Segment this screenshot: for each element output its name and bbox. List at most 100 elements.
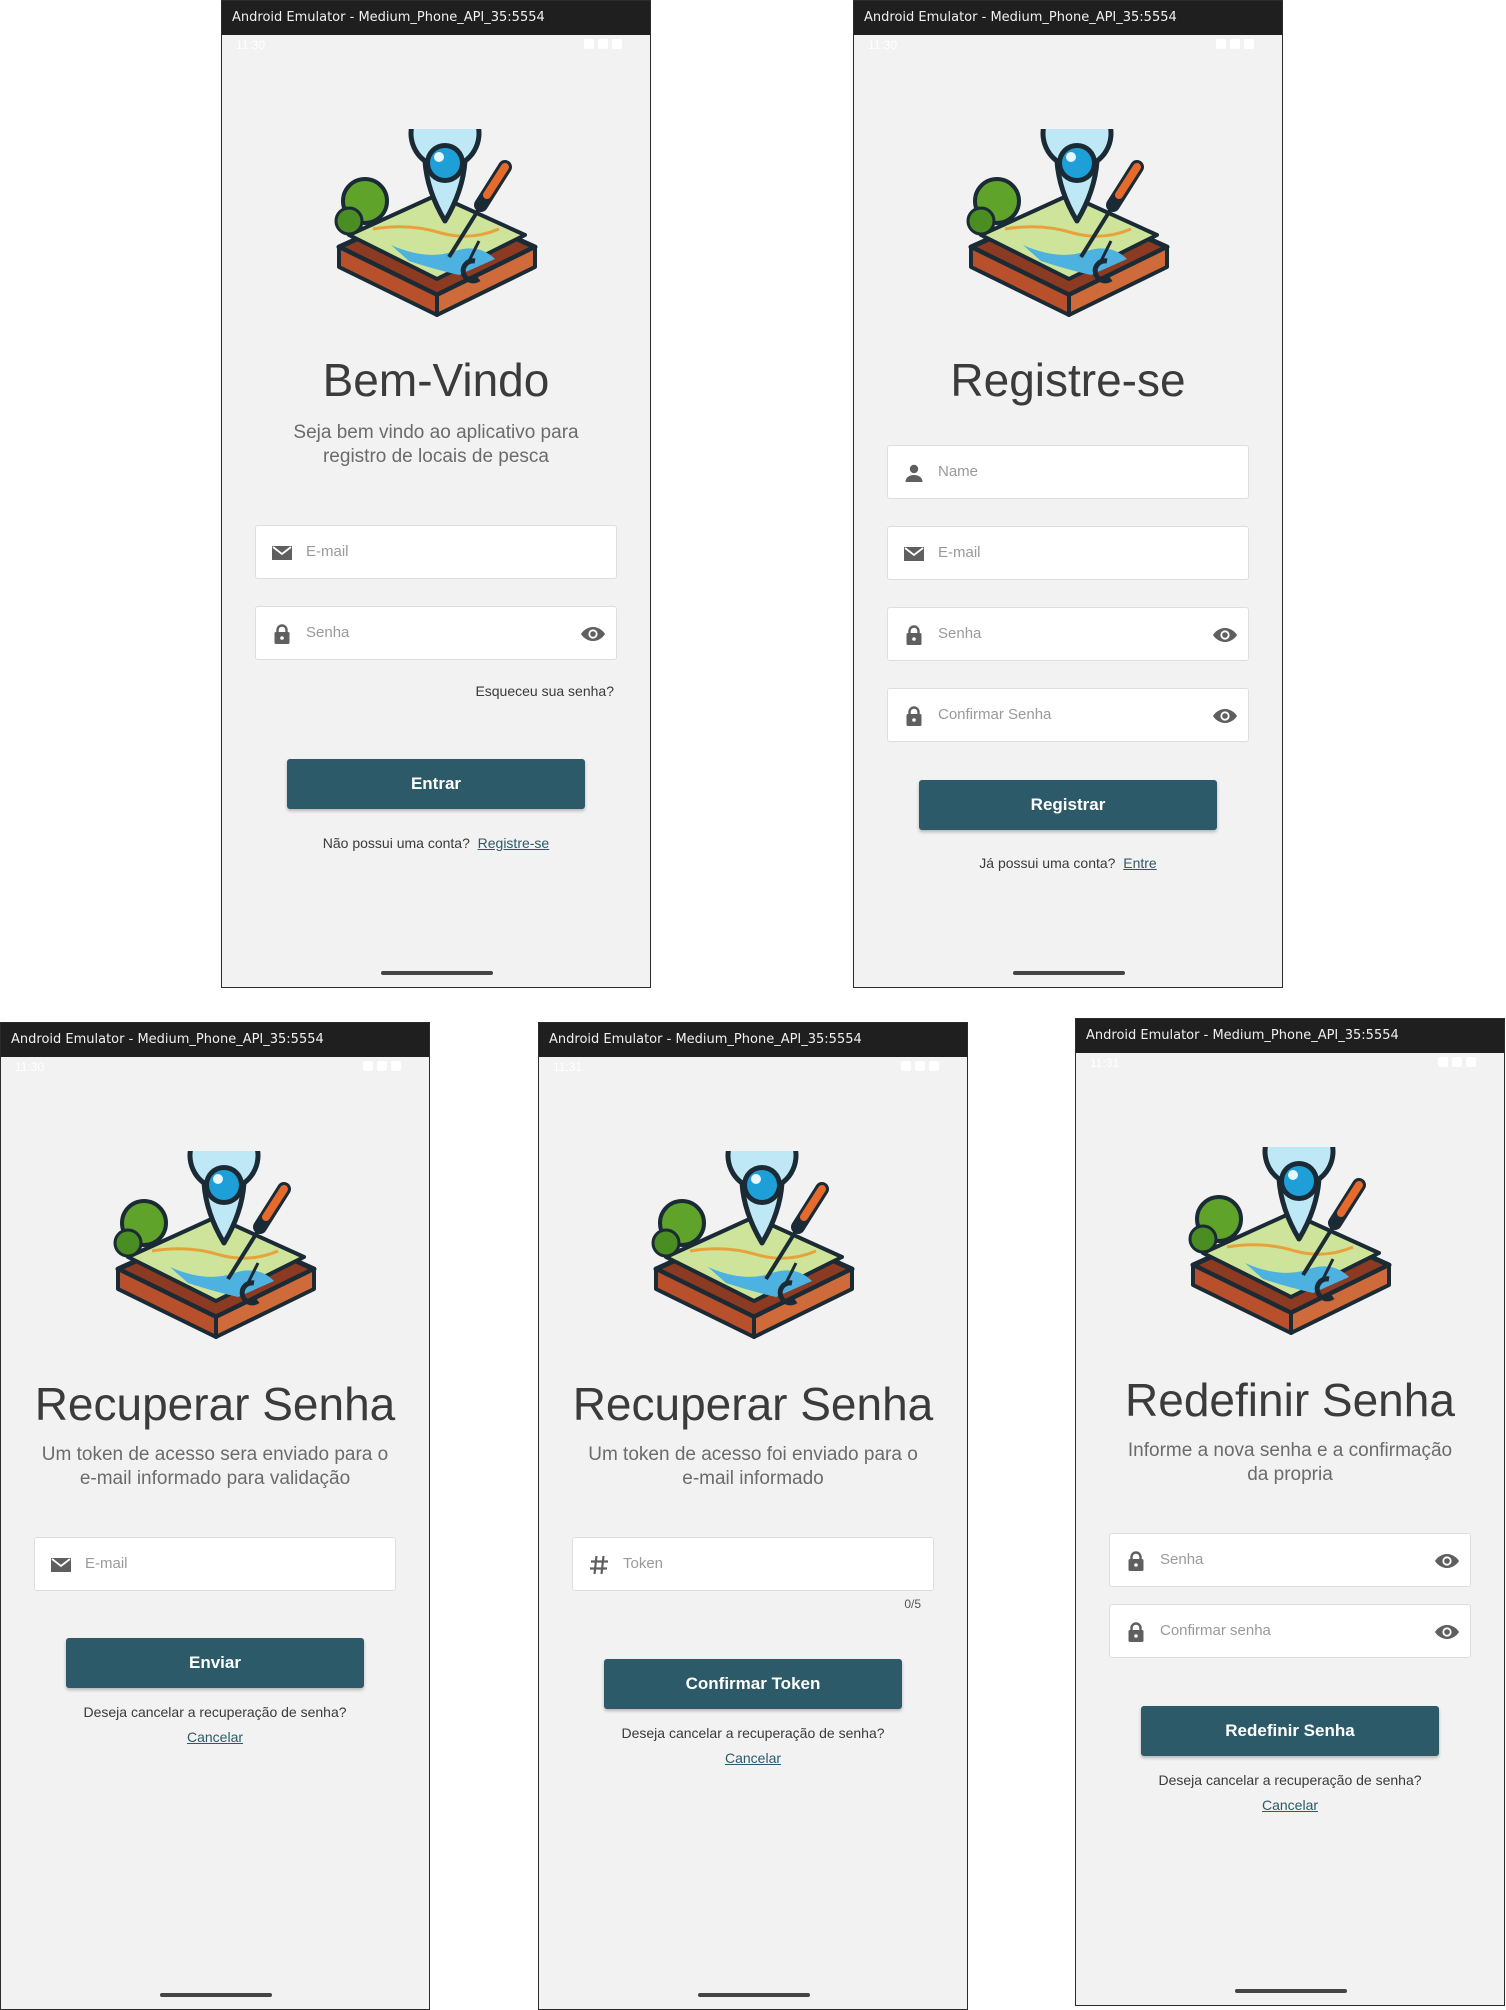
register-button[interactable]: Registrar [919,780,1217,830]
home-indicator[interactable] [160,1993,272,1997]
password-placeholder: Senha [306,624,350,641]
status-icons [901,1061,939,1071]
password-placeholder: Senha [938,625,982,642]
page-subtitle: Um token de acesso sera enviado para o e… [41,1444,389,1489]
login-screen: Android Emulator - Medium_Phone_API_35:5… [221,0,651,988]
app-logo-icon [329,129,545,325]
emulator-title: Android Emulator - Medium_Phone_API_35:5… [1076,1019,1504,1053]
eye-icon[interactable] [580,622,606,646]
confirm-token-button[interactable]: Confirmar Token [604,1659,902,1709]
status-icons [1438,1057,1476,1067]
confirm-password-field[interactable]: Confirmar senha [1109,1604,1471,1658]
token-field[interactable]: Token [572,1537,934,1591]
status-bar: 11:30 [222,35,650,57]
login-button[interactable]: Entrar [287,759,585,809]
email-field[interactable]: E-mail [887,526,1249,580]
eye-icon[interactable] [1212,704,1238,728]
token-screen: Android Emulator - Medium_Phone_API_35:5… [538,1022,968,2010]
email-field[interactable]: E-mail [34,1537,396,1591]
forgot-password-link[interactable]: Esqueceu sua senha? [475,683,614,699]
status-icons [584,39,622,49]
emulator-title: Android Emulator - Medium_Phone_API_35:5… [539,1023,967,1057]
token-placeholder: Token [623,1555,664,1572]
cancel-link[interactable]: Cancelar [1262,1797,1318,1813]
login-link[interactable]: Entre [1123,855,1156,871]
name-field[interactable]: Name [887,445,1249,499]
password-field[interactable]: Senha [255,606,617,660]
status-clock: 11:31 [553,1060,583,1074]
battery-icon [391,1061,401,1071]
status-bar: 11:31 [539,1057,967,1079]
page-title: Bem-Vindo [322,354,550,406]
lock-icon [902,623,926,647]
person-icon [902,461,926,485]
email-placeholder: E-mail [938,544,981,561]
password-field[interactable]: Senha [887,607,1249,661]
home-indicator[interactable] [381,971,493,975]
battery-icon [612,39,622,49]
register-link[interactable]: Registre-se [478,835,550,851]
mail-icon [270,541,294,565]
token-counter: 0/5 [904,1597,921,1611]
status-clock: 11:30 [15,1060,45,1074]
lock-icon [1124,1549,1148,1573]
wifi-icon [901,1061,911,1071]
home-indicator[interactable] [1013,971,1125,975]
eye-icon[interactable] [1212,623,1238,647]
signal-icon [1452,1057,1462,1067]
mail-icon [49,1553,73,1577]
page-title: Registre-se [950,354,1186,406]
status-bar: 11:30 [1,1057,429,1079]
email-placeholder: E-mail [85,1555,128,1572]
cancel-prompt: Deseja cancelar a recuperação de senha? [83,1704,347,1720]
eye-icon[interactable] [1434,1620,1460,1644]
recover-screen: Android Emulator - Medium_Phone_API_35:5… [0,1022,430,2010]
emulator-title: Android Emulator - Medium_Phone_API_35:5… [1,1023,429,1057]
wifi-icon [1216,39,1226,49]
cancel-prompt: Deseja cancelar a recuperação de senha? [621,1725,885,1741]
lock-icon [270,622,294,646]
signal-icon [1230,39,1240,49]
home-indicator[interactable] [698,1993,810,1997]
home-indicator[interactable] [1235,1989,1347,1993]
status-clock: 11:30 [868,38,898,52]
hash-icon [587,1553,611,1577]
register-prompt: Não possui uma conta? Registre-se [222,835,650,851]
emulator-title: Android Emulator - Medium_Phone_API_35:5… [222,1,650,35]
eye-icon[interactable] [1434,1549,1460,1573]
password-field[interactable]: Senha [1109,1533,1471,1587]
name-placeholder: Name [938,463,979,480]
app-logo-icon [108,1151,324,1347]
email-placeholder: E-mail [306,543,349,560]
confirm-password-placeholder: Confirmar senha [1160,1622,1271,1639]
reset-screen: Android Emulator - Medium_Phone_API_35:5… [1075,1018,1505,2006]
password-placeholder: Senha [1160,1551,1204,1568]
wifi-icon [584,39,594,49]
signal-icon [915,1061,925,1071]
email-field[interactable]: E-mail [255,525,617,579]
battery-icon [1244,39,1254,49]
send-button[interactable]: Enviar [66,1638,364,1688]
cancel-link[interactable]: Cancelar [725,1750,781,1766]
status-bar: 11:30 [854,35,1282,57]
status-icons [1216,39,1254,49]
cancel-prompt: Deseja cancelar a recuperação de senha? [1158,1772,1422,1788]
confirm-password-placeholder: Confirmar Senha [938,706,1052,723]
page-subtitle: Informe a nova senha e a confirmação da … [1127,1440,1453,1485]
wifi-icon [363,1061,373,1071]
confirm-password-field[interactable]: Confirmar Senha [887,688,1249,742]
register-screen: Android Emulator - Medium_Phone_API_35:5… [853,0,1283,988]
page-subtitle: Seja bem vindo ao aplicativo para regist… [293,422,579,467]
register-prompt-text: Não possui uma conta? [322,835,470,851]
app-logo-icon [961,129,1177,325]
lock-icon [902,704,926,728]
battery-icon [1466,1057,1476,1067]
battery-icon [929,1061,939,1071]
lock-icon [1124,1620,1148,1644]
page-title: Recuperar Senha [572,1378,934,1430]
signal-icon [598,39,608,49]
cancel-link[interactable]: Cancelar [187,1729,243,1745]
page-title: Recuperar Senha [34,1378,396,1430]
signal-icon [377,1061,387,1071]
reset-password-button[interactable]: Redefinir Senha [1141,1706,1439,1756]
